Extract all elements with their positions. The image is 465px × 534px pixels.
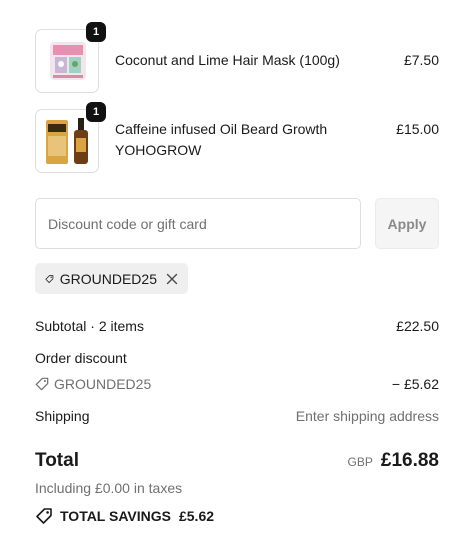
tag-icon [36, 508, 52, 524]
product-name: Coconut and Lime Hair Mask (100g) [115, 52, 340, 68]
total-amount: £16.88 [380, 450, 439, 471]
order-discount-label: Order discount [35, 350, 127, 366]
discount-value: − £5.62 [391, 376, 439, 392]
savings-label: TOTAL SAVINGS [60, 508, 171, 524]
shipping-value: Enter shipping address [295, 408, 439, 424]
quantity-badge: 1 [86, 22, 106, 42]
total-amount-group: GBP £16.88 [348, 450, 439, 472]
product-name-line1: Caffeine infused Oil Beard Growth [115, 121, 328, 137]
shipping-label: Shipping [35, 408, 90, 424]
tag-icon [35, 377, 49, 391]
tag-icon [45, 274, 54, 283]
savings-amount: £5.62 [178, 508, 215, 524]
discount-code-text: GROUNDED25 [54, 376, 152, 392]
discount-code-line: GROUNDED25 [35, 375, 151, 393]
close-icon [166, 273, 178, 284]
product-name-line2: YOHOGROW [115, 142, 202, 158]
quantity-badge: 1 [86, 102, 106, 122]
product-thumbnail: 1 [35, 102, 106, 173]
product-name: Caffeine infused Oil Beard Growth YOHOGR… [115, 119, 327, 161]
currency-code: GBP [347, 455, 373, 469]
remove-discount-button[interactable] [166, 272, 178, 286]
total-label: Total [35, 450, 79, 471]
discount-code-input[interactable] [35, 198, 361, 249]
apply-discount-button[interactable]: Apply [375, 198, 439, 249]
product-thumbnail: 1 [35, 22, 106, 93]
taxes-note: Including £0.00 in taxes [35, 480, 183, 496]
applied-discount-code: GROUNDED25 [59, 270, 157, 287]
product-price: £7.50 [403, 52, 439, 68]
subtotal-label: Subtotal · 2 items [35, 318, 144, 334]
product-price: £15.00 [396, 121, 439, 137]
applied-discount-chip: GROUNDED25 [35, 263, 188, 294]
line-item: 1 Caffeine infused Oil Beard Growth YOHO… [35, 102, 439, 173]
total-savings: TOTAL SAVINGS £5.62 [35, 507, 214, 525]
line-item: 1 Coconut and Lime Hair Mask (100g) £7.5… [35, 22, 439, 93]
subtotal-value: £22.50 [396, 318, 439, 334]
